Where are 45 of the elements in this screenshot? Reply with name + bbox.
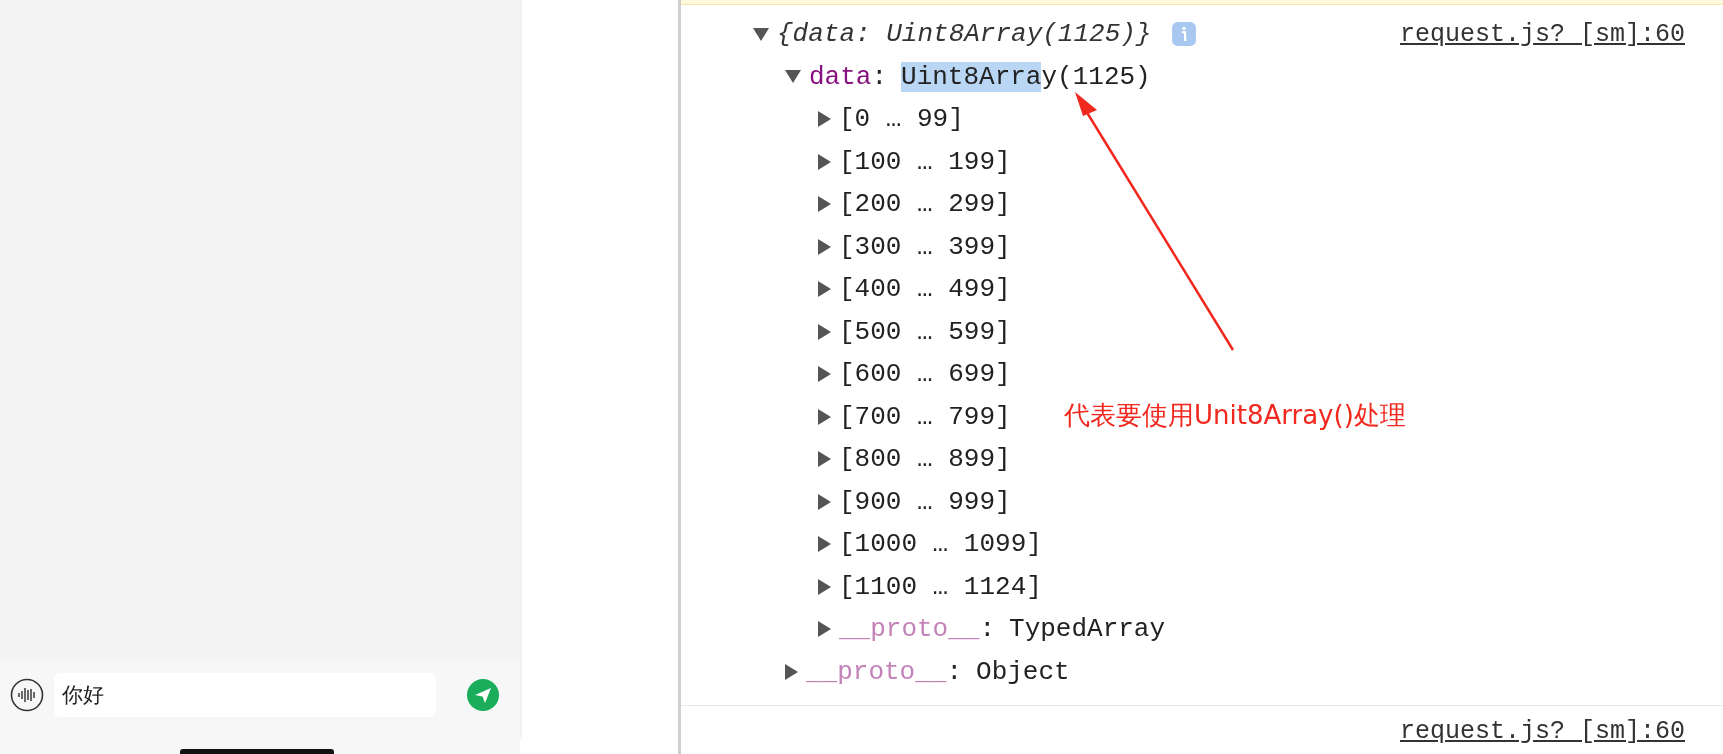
expand-toggle-icon[interactable] — [818, 281, 831, 298]
message-input[interactable]: 你好 — [54, 673, 436, 717]
expand-toggle-icon[interactable] — [785, 70, 801, 84]
expand-toggle-icon[interactable] — [818, 196, 831, 213]
expand-toggle-icon[interactable] — [818, 451, 831, 468]
expand-toggle-icon[interactable] — [753, 27, 769, 41]
expand-toggle-icon[interactable] — [818, 493, 831, 510]
array-range[interactable]: [300 … 399] — [839, 231, 1011, 262]
expand-toggle-icon[interactable] — [818, 366, 831, 383]
annotation-text: 代表要使用Unit8Array()处理 — [1064, 399, 1406, 432]
property-value: y(1125) — [1041, 61, 1151, 92]
expand-toggle-icon[interactable] — [818, 153, 831, 170]
array-range[interactable]: [900 … 999] — [839, 486, 1011, 517]
array-range[interactable]: [400 … 499] — [839, 274, 1011, 305]
object-summary[interactable]: {data: Uint8Array(1125)} — [777, 19, 1152, 50]
array-range[interactable]: [600 … 699] — [839, 359, 1011, 390]
property-value: Uint8Arra — [901, 61, 1042, 92]
array-range[interactable]: [1000 … 1099] — [839, 529, 1042, 560]
array-range[interactable]: [1100 … 1124] — [839, 571, 1042, 602]
colon: : — [871, 61, 888, 92]
array-range[interactable]: [0 … 99] — [839, 104, 964, 135]
property-key: __proto__ — [806, 656, 947, 687]
colon: : — [979, 614, 996, 645]
expand-toggle-icon[interactable] — [818, 578, 831, 595]
expand-toggle-icon[interactable] — [818, 323, 831, 340]
array-range[interactable]: [100 … 199] — [839, 146, 1011, 177]
expand-toggle-icon[interactable] — [818, 536, 831, 553]
send-icon[interactable] — [466, 678, 500, 712]
expand-toggle-icon[interactable] — [785, 663, 798, 680]
expand-toggle-icon[interactable] — [818, 111, 831, 128]
property-value: TypedArray — [1009, 614, 1166, 645]
array-range[interactable]: [700 … 799] — [839, 401, 1011, 432]
array-range[interactable]: [500 … 599] — [839, 316, 1011, 347]
property-key: __proto__ — [839, 614, 980, 645]
source-link[interactable]: request.js? [sm]:60 — [1399, 716, 1685, 746]
property-value: Object — [976, 656, 1070, 687]
source-link[interactable]: request.js? [sm]:60 — [1399, 19, 1685, 49]
array-range[interactable]: [800 … 899] — [839, 444, 1011, 475]
expand-toggle-icon[interactable] — [818, 408, 831, 425]
property-key: data — [809, 61, 872, 92]
expand-toggle-icon[interactable] — [818, 238, 831, 255]
voice-icon[interactable] — [10, 678, 44, 712]
expand-toggle-icon[interactable] — [818, 621, 831, 638]
colon: : — [946, 656, 963, 687]
array-range[interactable]: [200 … 299] — [839, 189, 1011, 220]
